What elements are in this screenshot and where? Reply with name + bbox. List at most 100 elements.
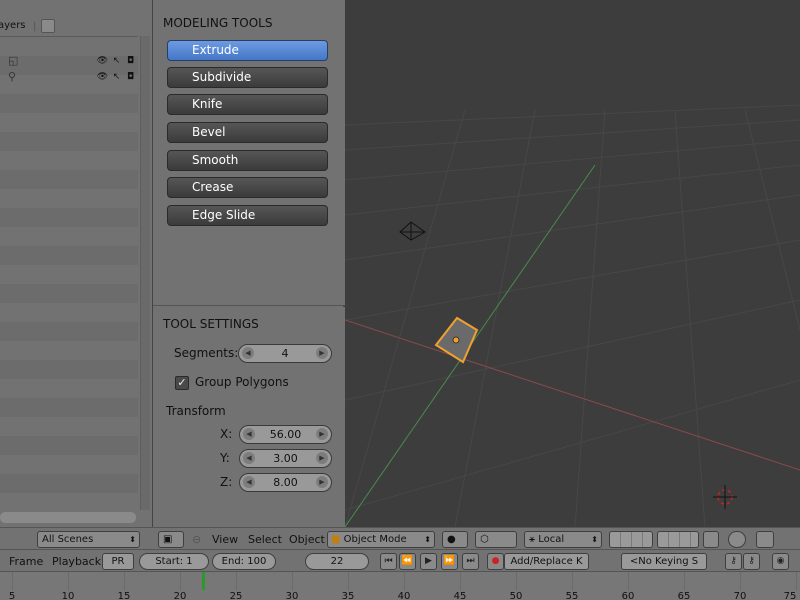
cube-object[interactable] [434,316,479,364]
camera-icon[interactable]: ◘ [125,55,136,66]
view-menu[interactable]: View [212,533,238,546]
cursor-icon[interactable]: ↖ [111,55,122,66]
layers-grid-2[interactable] [657,531,699,548]
record-icon[interactable]: ● [487,553,504,570]
start-frame-label: Start: 1 [155,556,193,567]
layer-lock-icon[interactable] [703,531,719,548]
z-field[interactable]: ◀ 8.00 ▶ [239,473,332,492]
tick-label: 65 [677,591,691,600]
increment-icon[interactable]: ▶ [316,452,328,464]
segments-field[interactable]: ◀ 4 ▶ [238,344,332,363]
modeling-tools-panel: MODELING TOOLS Extrude Subdivide Knife B… [153,0,345,306]
3d-cursor-icon[interactable] [713,485,737,509]
increment-icon[interactable]: ▶ [316,428,328,440]
editor-type-button[interactable]: ▣ [158,531,184,548]
edge-slide-button[interactable]: Edge Slide [167,205,328,226]
outliner-header-label: ayers [0,20,26,31]
extrude-button[interactable]: Extrude [167,40,328,61]
outliner-hscroll[interactable] [0,512,136,523]
tick [12,572,13,590]
cursor-icon[interactable]: ↖ [111,71,122,82]
orientation-dropdown[interactable]: ⚹ Local ⬍ [524,531,602,548]
collapse-icon[interactable]: ⊖ [192,533,201,546]
eye-icon[interactable]: 👁 [97,71,108,82]
preview-range-toggle[interactable]: PR [102,553,134,570]
filter-icon[interactable] [41,19,55,33]
insert-keyframe-icon[interactable]: ⚷ [725,553,742,570]
group-polygons-checkbox[interactable]: ✓ [175,376,189,390]
y-field[interactable]: ◀ 3.00 ▶ [239,449,332,468]
prev-key-icon[interactable]: ⏪ [399,553,416,570]
tick [348,572,349,590]
segments-value: 4 [281,347,289,360]
playback-menu[interactable]: Playback [52,555,101,568]
decrement-icon[interactable]: ◀ [242,347,254,359]
delete-keyframe-icon[interactable]: ⚷ [743,553,760,570]
camera-object[interactable] [399,221,426,241]
tick-label: 50 [509,591,523,600]
decrement-icon[interactable]: ◀ [243,452,255,464]
outliner-list: ◱ 👁 ↖ ◘ ⚲ 👁 ↖ ◘ [0,36,138,510]
increment-icon[interactable]: ▶ [316,347,328,359]
header-separator: | [33,21,37,32]
knife-button[interactable]: Knife [167,94,328,115]
tick [628,572,629,590]
keying-set-dropdown[interactable]: <No Keying S [621,553,707,570]
tick-label: 20 [173,591,187,600]
x-field[interactable]: ◀ 56.00 ▶ [239,425,332,444]
outliner-row[interactable]: ⚲ 👁 ↖ ◘ [0,69,138,85]
tick [404,572,405,590]
3d-viewport[interactable] [345,0,800,527]
transform-label: Transform [166,404,226,418]
snap-icon[interactable] [728,531,746,548]
z-value: 8.00 [273,476,298,489]
increment-icon[interactable]: ▶ [316,476,328,488]
current-frame-field[interactable]: 22 [305,553,369,570]
tick-label: 35 [341,591,355,600]
outliner-row[interactable]: ◱ 👁 ↖ ◘ [0,53,138,69]
scenes-dropdown-label: All Scenes [42,534,94,545]
smooth-button[interactable]: Smooth [167,150,328,171]
tick-label: 60 [621,591,635,600]
current-frame-cursor[interactable] [202,572,205,590]
scenes-dropdown[interactable]: All Scenes ⬍ [37,531,140,548]
end-frame-field[interactable]: End: 100 [212,553,276,570]
sphere-icon: ● [447,534,456,545]
audio-icon[interactable]: ◉ [772,553,789,570]
jump-start-icon[interactable]: ⏮ [380,553,397,570]
object-menu[interactable]: Object [289,533,325,546]
shading-dropdown[interactable]: ● [442,531,468,548]
layers-grid-1[interactable] [609,531,653,548]
updown-icon: ⬍ [591,535,598,544]
decrement-icon[interactable]: ◀ [243,428,255,440]
eye-icon[interactable]: 👁 [97,55,108,66]
mode-dropdown[interactable]: ■ Object Mode ⬍ [327,531,435,548]
jump-end-icon[interactable]: ⏭ [462,553,479,570]
select-menu[interactable]: Select [248,533,282,546]
orientation-label: Local [538,534,565,545]
group-polygons-label: Group Polygons [195,375,289,389]
camera-icon[interactable]: ◘ [125,71,136,82]
keying-dropdown[interactable]: Add/Replace K [504,553,589,570]
start-frame-field[interactable]: Start: 1 [139,553,209,570]
outliner-vscroll[interactable] [140,36,150,510]
timeline-ruler[interactable]: 5 10 15 20 25 30 35 40 45 50 55 60 65 70… [0,571,800,600]
crease-button[interactable]: Crease [167,177,328,198]
viewport-grid [345,104,800,527]
tick-label: 10 [61,591,75,600]
x-axis-line [345,319,800,471]
play-icon[interactable]: ▶ [420,553,437,570]
tool-shelf: MODELING TOOLS Extrude Subdivide Knife B… [152,0,345,527]
y-label: Y: [220,451,230,465]
render-icon[interactable] [756,531,774,548]
pivot-dropdown[interactable]: ⬡ [475,531,517,548]
decrement-icon[interactable]: ◀ [243,476,255,488]
subdivide-button[interactable]: Subdivide [167,67,328,88]
outliner-panel: ayers | ◱ 👁 ↖ ◘ ⚲ 👁 ↖ ◘ [0,0,152,527]
next-key-icon[interactable]: ⏩ [441,553,458,570]
x-value: 56.00 [269,428,302,441]
segments-label: Segments: [174,346,239,360]
frame-menu[interactable]: Frame [9,555,43,568]
end-frame-label: End: 100 [221,556,267,567]
bevel-button[interactable]: Bevel [167,122,328,143]
